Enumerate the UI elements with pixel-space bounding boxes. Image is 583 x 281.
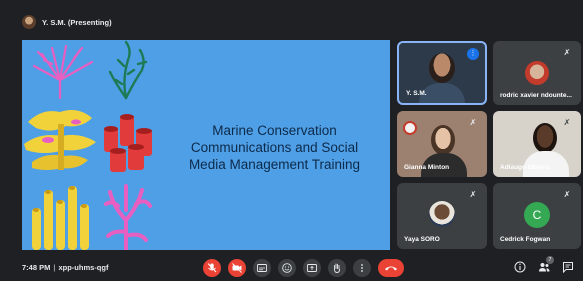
yellow-table-coral [24,110,96,170]
participant-video [533,123,557,153]
reactions-button[interactable] [278,259,296,277]
meeting-info: 7:48 PM | xpp-uhms-qgf [22,263,108,272]
presentation-slide[interactable]: Marine Conservation Communications and S… [22,40,390,250]
meeting-separator: | [53,263,56,272]
presenter-avatar [22,15,36,29]
red-tube-coral [104,114,152,172]
wall-decoration [403,121,417,135]
hand-icon [334,263,340,273]
phone-hangup-icon [385,266,397,271]
camera-toggle-button[interactable] [228,259,246,277]
mic-off-icon [207,263,217,273]
mic-off-icon: ✗ [469,118,477,127]
present-screen-button[interactable] [303,259,321,277]
present-screen-icon [307,264,317,272]
presenter-label: Y. S.M. (Presenting) [42,17,112,27]
meeting-details-button[interactable] [513,260,527,274]
participant-tile-rodric[interactable]: ✗ rodric xavier ndounte... [493,41,581,105]
mic-off-icon: ✗ [563,48,571,57]
camera-off-icon [232,263,242,273]
raise-hand-button[interactable] [328,259,346,277]
more-options-button[interactable] [353,259,371,277]
mic-off-icon: ✗ [563,190,571,199]
chat-icon [563,262,573,274]
participants-button[interactable]: 7 [537,256,554,274]
participant-avatar [429,201,455,227]
presenter-chip[interactable]: Y. S.M. (Presenting) [22,13,142,31]
chat-button[interactable] [561,260,575,274]
participant-tile-cedrick[interactable]: ✗ C Cedrick Fogwan [493,183,581,249]
slide-title: Marine Conservation Communications and S… [172,122,377,173]
meeting-time: 7:48 PM [22,263,51,272]
pink-branch-coral [104,184,152,250]
participant-video [431,125,455,155]
participant-name: Y. S.M. [406,90,427,97]
participant-count-badge: 7 [546,256,554,264]
slide-title-line-2: Communications and Social [190,140,359,155]
captions-button[interactable] [253,259,271,277]
green-seaweed [108,40,148,100]
participant-name: Gianna Minton [404,164,450,171]
participant-avatar [525,61,549,85]
participant-tile-adiaugo[interactable]: ✗ Adiaugo Obienu [493,111,581,177]
meeting-code: xpp-uhms-qgf [58,263,109,272]
more-vert-icon [361,264,363,272]
participant-name: Yaya SORO [404,236,440,243]
call-controls [203,259,404,277]
participant-tile-gianna[interactable]: ✗ Gianna Minton [397,111,487,177]
participant-video [429,53,455,83]
slide-title-line-3: Media Management Training [188,157,361,172]
mic-toggle-button[interactable] [203,259,221,277]
info-icon [514,261,526,273]
speaking-indicator-icon: ⋮ [467,48,479,60]
participant-name: Cedrick Fogwan [500,236,551,243]
participant-tile-ysm[interactable]: ⋮ Y. S.M. [397,41,487,105]
mic-off-icon: ✗ [469,190,477,199]
bottom-bar: 7:48 PM | xpp-uhms-qgf 7 [0,254,583,281]
pink-fan-coral [32,44,94,100]
coral-illustration [24,40,152,250]
mic-off-icon: ✗ [563,118,571,127]
leave-call-button[interactable] [378,259,404,277]
side-panel-controls: 7 [513,256,575,274]
participant-tile-yaya[interactable]: ✗ Yaya SORO [397,183,487,249]
captions-icon [257,264,267,272]
participant-name: rodric xavier ndounte... [500,92,572,99]
participant-letter-avatar: C [524,202,550,228]
participant-name: Adiaugo Obienu [500,164,551,171]
yellow-finger-coral [32,186,89,250]
top-bar: Y. S.M. (Presenting) [0,0,583,34]
slide-title-line-1: Marine Conservation [212,123,337,138]
emoji-icon [282,263,292,273]
